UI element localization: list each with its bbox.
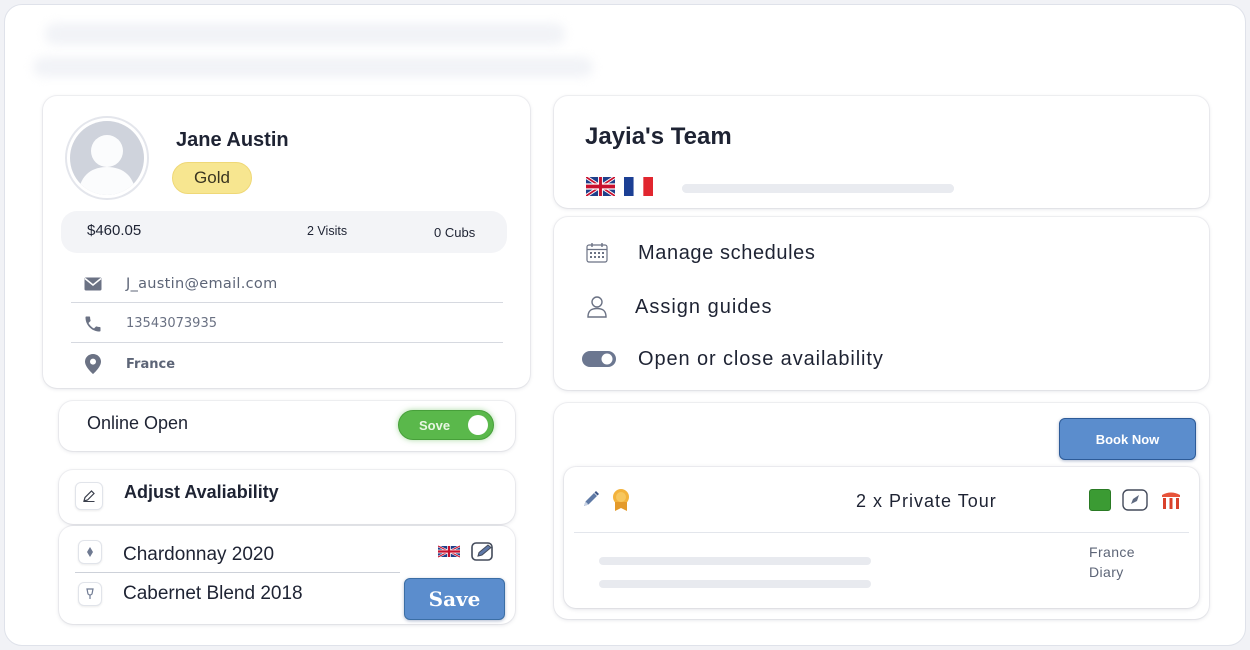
visits-count: 2 Visits <box>307 224 348 238</box>
edit-icon[interactable] <box>471 542 495 562</box>
adjust-availability-card[interactable]: Adjust Avaliability <box>59 470 515 524</box>
calendar-icon <box>582 238 612 268</box>
pencil-icon <box>75 482 103 510</box>
wine-glass-icon <box>78 582 102 606</box>
online-toggle[interactable]: Sove <box>398 410 494 440</box>
uk-flag-icon <box>438 544 460 559</box>
tour-location: France <box>1089 544 1135 560</box>
location-pin-icon <box>81 352 105 376</box>
toggle-label: Sove <box>419 418 451 433</box>
green-status-icon[interactable] <box>1089 489 1111 511</box>
manage-schedules-label: Manage schedules <box>638 241 816 264</box>
email-text[interactable]: J_austin@email.com <box>126 276 278 292</box>
toggle-knob <box>468 415 488 435</box>
placeholder-line <box>599 580 871 588</box>
stats-bar: $460.05 2 Visits 0 Cubs <box>61 211 507 253</box>
team-title: Jayia's Team <box>585 123 732 150</box>
wine-divider <box>75 572 400 573</box>
online-open-card: Online Open Sove <box>59 401 515 451</box>
cubs-count: 0 Cubs <box>434 225 476 240</box>
tour-title: 2 x Private Tour <box>856 491 997 511</box>
profile-name: Jane Austin <box>176 129 289 151</box>
save-button[interactable]: Save <box>404 578 505 620</box>
calendar-stack-icon[interactable] <box>1160 489 1182 511</box>
team-progress-fill <box>682 184 954 193</box>
team-progress-bar <box>682 184 954 193</box>
profile-card: Jane Austin Gold $460.05 2 Visits 0 Cubs… <box>43 96 530 388</box>
booking-card: Book Now 2 x Private Tour France Diary <box>554 403 1209 619</box>
balance-value: $460.05 <box>87 222 142 239</box>
online-open-label: Online Open <box>87 413 189 433</box>
team-card: Jayia's Team <box>554 96 1209 208</box>
phone-icon <box>81 312 105 336</box>
avatar[interactable] <box>65 116 149 200</box>
uk-flag-icon[interactable] <box>586 177 615 196</box>
tier-badge: Gold <box>172 162 252 194</box>
adjust-availability-title: Adjust Avaliability <box>124 482 279 502</box>
mail-icon <box>81 272 105 296</box>
france-flag-icon[interactable] <box>624 177 653 196</box>
tour-card[interactable]: 2 x Private Tour France Diary <box>564 467 1199 608</box>
actions-card: Manage schedules Assign guides Open or c… <box>554 217 1209 390</box>
tour-category: Diary <box>1089 564 1124 580</box>
compass-icon[interactable] <box>1122 489 1148 511</box>
availability-toggle-label: Open or close availability <box>638 347 884 370</box>
assign-guides-item[interactable]: Assign guides <box>582 290 773 324</box>
assign-guides-label: Assign guides <box>635 295 773 318</box>
default-avatar-icon <box>78 135 136 195</box>
book-now-button[interactable]: Book Now <box>1059 418 1196 460</box>
badge-icon <box>610 487 632 513</box>
availability-toggle-item[interactable]: Open or close availability <box>582 342 884 376</box>
user-icon <box>582 292 612 322</box>
pen-icon[interactable] <box>581 489 601 509</box>
placeholder-line <box>599 557 871 565</box>
blurred-subheader-placeholder <box>33 57 593 77</box>
blurred-header-placeholder <box>45 23 565 45</box>
contact-row-phone[interactable]: 13543073935 <box>71 305 503 343</box>
wine-list-card: Chardonnay 2020 Cabernet Blend 2018 Save <box>59 526 515 624</box>
app-window: Jane Austin Gold $460.05 2 Visits 0 Cubs… <box>4 4 1246 646</box>
toggle-icon[interactable] <box>582 344 616 374</box>
phone-text[interactable]: 13543073935 <box>126 316 217 331</box>
wine-name[interactable]: Cabernet Blend 2018 <box>123 583 303 605</box>
wine-bottle-icon <box>78 540 102 564</box>
location-text: France <box>126 356 176 372</box>
manage-schedules-item[interactable]: Manage schedules <box>582 236 816 270</box>
contact-row-location[interactable]: France <box>71 345 503 383</box>
wine-name[interactable]: Chardonnay 2020 <box>123 544 274 566</box>
tour-divider <box>574 532 1189 533</box>
contact-row-email[interactable]: J_austin@email.com <box>71 265 503 303</box>
